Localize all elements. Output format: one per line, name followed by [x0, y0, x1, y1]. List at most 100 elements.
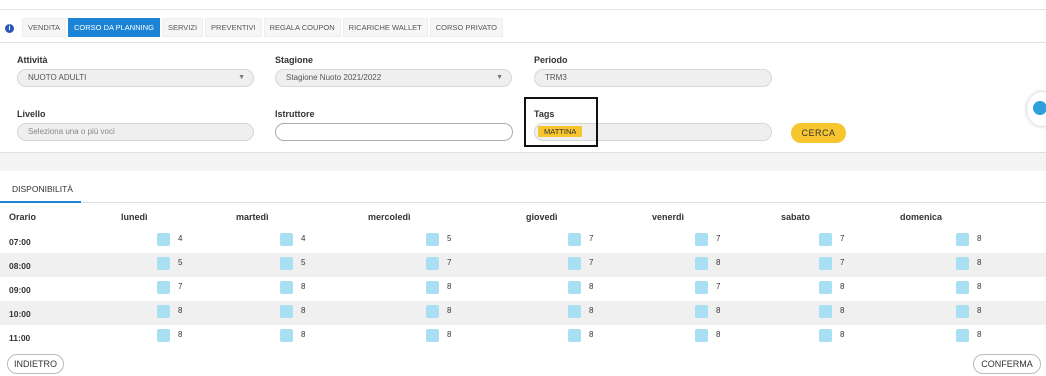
slot-cell[interactable]: 8	[956, 233, 981, 246]
slot-checkbox[interactable]	[426, 281, 439, 294]
slot-checkbox[interactable]	[819, 329, 832, 342]
slot-cell[interactable]: 8	[426, 329, 451, 342]
slot-cell[interactable]: 7	[568, 233, 593, 246]
slot-cell[interactable]: 4	[157, 233, 182, 246]
slot-cell[interactable]: 5	[426, 233, 451, 246]
slot-cell[interactable]: 8	[426, 305, 451, 318]
slot-checkbox[interactable]	[956, 329, 969, 342]
slot-cell[interactable]: 8	[819, 329, 844, 342]
slot-checkbox[interactable]	[695, 233, 708, 246]
slot-checkbox[interactable]	[280, 233, 293, 246]
slot-checkbox[interactable]	[695, 329, 708, 342]
slot-cell[interactable]: 8	[695, 329, 720, 342]
tab-regala-coupon[interactable]: REGALA COUPON	[263, 18, 341, 37]
filter-panel: Attività NUOTO ADULTI ▼ Stagione Stagion…	[0, 43, 1046, 153]
slot-cell[interactable]: 8	[280, 329, 305, 342]
chevron-down-icon: ▼	[496, 74, 503, 81]
slot-cell[interactable]: 7	[695, 233, 720, 246]
slot-checkbox[interactable]	[695, 257, 708, 270]
slot-count: 4	[301, 234, 306, 243]
slot-checkbox[interactable]	[280, 329, 293, 342]
slot-cell[interactable]: 7	[157, 281, 182, 294]
slot-checkbox[interactable]	[956, 281, 969, 294]
slot-cell[interactable]: 8	[819, 305, 844, 318]
slot-cell[interactable]: 8	[157, 305, 182, 318]
slot-checkbox[interactable]	[157, 281, 170, 294]
tab-ricariche-wallet[interactable]: RICARICHE WALLET	[342, 18, 428, 37]
slot-checkbox[interactable]	[956, 305, 969, 318]
tab-disponibilita[interactable]: DISPONIBILITÀ	[12, 184, 73, 194]
slot-checkbox[interactable]	[426, 305, 439, 318]
slot-checkbox[interactable]	[568, 281, 581, 294]
slot-cell[interactable]: 7	[568, 257, 593, 270]
slot-checkbox[interactable]	[157, 329, 170, 342]
slot-checkbox[interactable]	[157, 305, 170, 318]
slot-checkbox[interactable]	[819, 257, 832, 270]
chat-avatar[interactable]	[1027, 92, 1046, 126]
row-time: 11:00	[9, 333, 31, 343]
tab-preventivi[interactable]: PREVENTIVI	[205, 18, 262, 37]
slot-checkbox[interactable]	[568, 233, 581, 246]
slot-checkbox[interactable]	[568, 305, 581, 318]
slot-count: 8	[447, 306, 452, 315]
slot-cell[interactable]: 8	[280, 305, 305, 318]
slot-cell[interactable]: 8	[426, 281, 451, 294]
slot-checkbox[interactable]	[819, 233, 832, 246]
slot-checkbox[interactable]	[819, 305, 832, 318]
slot-checkbox[interactable]	[956, 233, 969, 246]
slot-cell[interactable]: 8	[568, 281, 593, 294]
slot-cell[interactable]: 8	[280, 281, 305, 294]
slot-checkbox[interactable]	[426, 257, 439, 270]
tab-corso-privato[interactable]: CORSO PRIVATO	[429, 18, 503, 37]
slot-cell[interactable]: 4	[280, 233, 305, 246]
info-icon[interactable]: i	[5, 24, 14, 33]
slot-cell[interactable]: 7	[426, 257, 451, 270]
livello-label: Livello	[17, 109, 46, 119]
conferma-button[interactable]: CONFERMA	[973, 354, 1041, 374]
attivita-select[interactable]: NUOTO ADULTI ▼	[17, 69, 254, 87]
slot-checkbox[interactable]	[280, 305, 293, 318]
slot-cell[interactable]: 8	[157, 329, 182, 342]
periodo-field[interactable]: TRM3	[534, 69, 772, 87]
slot-cell[interactable]: 8	[819, 281, 844, 294]
livello-multiselect[interactable]: Seleziona una o più voci	[17, 123, 254, 141]
slot-cell[interactable]: 8	[695, 257, 720, 270]
slot-count: 8	[840, 306, 845, 315]
tab-vendita[interactable]: VENDITA	[22, 18, 66, 37]
slot-cell[interactable]: 5	[157, 257, 182, 270]
slot-count: 8	[589, 282, 594, 291]
slot-checkbox[interactable]	[956, 257, 969, 270]
slot-cell[interactable]: 8	[568, 305, 593, 318]
slot-checkbox[interactable]	[157, 233, 170, 246]
cerca-button[interactable]: CERCA	[791, 123, 846, 143]
slot-checkbox[interactable]	[426, 329, 439, 342]
stagione-select[interactable]: Stagione Nuoto 2021/2022 ▼	[275, 69, 512, 87]
tab-servizi[interactable]: SERVIZI	[161, 18, 204, 37]
slot-checkbox[interactable]	[695, 281, 708, 294]
slot-cell[interactable]: 8	[956, 329, 981, 342]
istruttore-input[interactable]	[275, 123, 513, 141]
slot-checkbox[interactable]	[568, 329, 581, 342]
slot-cell[interactable]: 7	[819, 233, 844, 246]
table-row: 11:00 8 8 8 8 8 8 8	[0, 325, 1046, 349]
tags-highlight-box	[524, 97, 598, 147]
slot-checkbox[interactable]	[426, 233, 439, 246]
slot-cell[interactable]: 7	[695, 281, 720, 294]
slot-checkbox[interactable]	[819, 281, 832, 294]
slot-cell[interactable]: 7	[819, 257, 844, 270]
slot-cell[interactable]: 5	[280, 257, 305, 270]
slot-cell[interactable]: 8	[695, 305, 720, 318]
slot-checkbox[interactable]	[280, 257, 293, 270]
slot-checkbox[interactable]	[157, 257, 170, 270]
slot-cell[interactable]: 8	[568, 329, 593, 342]
tab-corso-da-planning[interactable]: CORSO DA PLANNING	[67, 18, 160, 37]
slot-count: 8	[447, 330, 452, 339]
slot-cell[interactable]: 8	[956, 305, 981, 318]
slot-checkbox[interactable]	[568, 257, 581, 270]
slot-checkbox[interactable]	[280, 281, 293, 294]
slot-cell[interactable]: 8	[956, 281, 981, 294]
slot-cell[interactable]: 8	[956, 257, 981, 270]
slot-checkbox[interactable]	[695, 305, 708, 318]
header-martedi: martedì	[236, 212, 269, 222]
indietro-button[interactable]: INDIETRO	[7, 354, 64, 374]
